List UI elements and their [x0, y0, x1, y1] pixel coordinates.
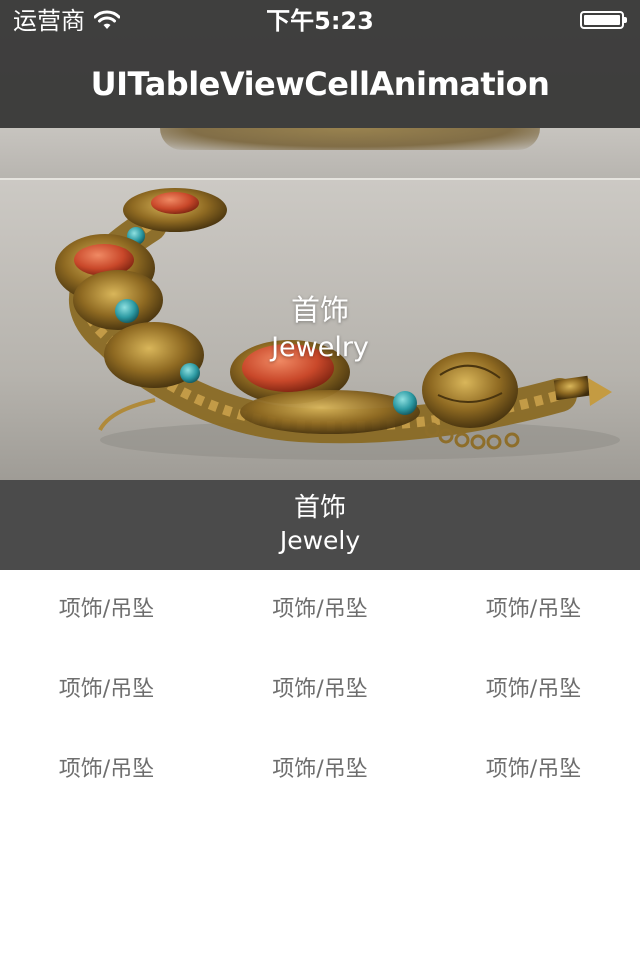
subcategory-item[interactable]: 项饰/吊坠	[427, 590, 640, 670]
subcategory-grid: 项饰/吊坠 项饰/吊坠 项饰/吊坠 项饰/吊坠 项饰/吊坠 项饰/吊坠 项饰/吊…	[0, 590, 640, 830]
navigation-bar: 运营商 下午5:23 UITableViewCellAnimation	[0, 0, 640, 128]
category-header[interactable]: 首饰 Jewely	[0, 480, 640, 570]
banner-title: 首饰	[290, 293, 349, 327]
subcategory-label: 项饰/吊坠	[485, 757, 582, 782]
category-subtitle: Jewely	[279, 526, 361, 555]
subcategory-label: 项饰/吊坠	[485, 597, 582, 622]
subcategory-label: 项饰/吊坠	[485, 677, 582, 702]
subcategory-item[interactable]: 项饰/吊坠	[0, 590, 213, 670]
subcategory-label: 项饰/吊坠	[272, 677, 368, 702]
subcategory-item[interactable]: 项饰/吊坠	[213, 750, 427, 830]
subcategory-item[interactable]: 项饰/吊坠	[427, 670, 640, 750]
subcategory-label: 项饰/吊坠	[58, 677, 155, 702]
page-title: UITableViewCellAnimation	[90, 65, 550, 103]
banner-subtitle: Jewelry	[271, 332, 369, 363]
status-bar: 运营商 下午5:23	[0, 0, 640, 40]
battery-icon	[580, 11, 627, 29]
subcategory-item[interactable]: 项饰/吊坠	[0, 670, 213, 750]
subcategory-label: 项饰/吊坠	[272, 597, 368, 622]
subcategory-label: 项饰/吊坠	[272, 757, 368, 782]
subcategory-label: 项饰/吊坠	[58, 757, 155, 782]
subcategory-item[interactable]: 项饰/吊坠	[427, 750, 640, 830]
subcategory-item[interactable]: 项饰/吊坠	[213, 590, 427, 670]
subcategory-item[interactable]: 项饰/吊坠	[213, 670, 427, 750]
subcategory-label: 项饰/吊坠	[58, 597, 155, 622]
subcategory-item[interactable]: 项饰/吊坠	[0, 750, 213, 830]
status-time: 下午5:23	[266, 7, 374, 35]
category-title: 首饰	[293, 493, 346, 523]
